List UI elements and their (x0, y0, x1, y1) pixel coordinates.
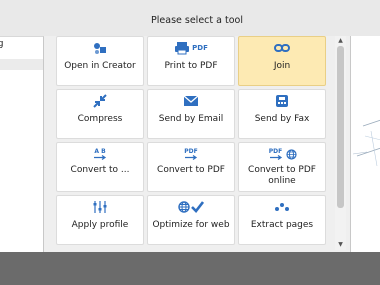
tool-convert-to[interactable]: A B Convert to ... (56, 142, 144, 192)
tool-print-to-pdf[interactable]: PDF Print to PDF (147, 36, 235, 86)
open-in-creator-icon (92, 41, 108, 55)
tool-open-in-creator[interactable]: Open in Creator (56, 36, 144, 86)
preview-sketch-image (352, 119, 380, 167)
scroll-down-arrow-icon[interactable]: ▼ (335, 240, 346, 250)
dialog-title: Please select a tool (151, 15, 243, 26)
tool-compress[interactable]: Compress (56, 89, 144, 139)
tool-optimize-for-web[interactable]: Optimize for web (147, 195, 235, 245)
convert-to-pdf-online-icon: PDF (268, 147, 297, 161)
tool-send-by-fax[interactable]: Send by Fax (238, 89, 326, 139)
tool-apply-profile[interactable]: Apply profile (56, 195, 144, 245)
scroll-up-arrow-icon[interactable]: ▲ (335, 36, 346, 46)
email-icon (183, 94, 199, 108)
convert-to-pdf-icon: PDF (183, 147, 199, 161)
tool-convert-to-pdf[interactable]: PDF Convert to PDF (147, 142, 235, 192)
tool-join[interactable]: Join (238, 36, 326, 86)
bottom-bar (0, 252, 380, 285)
left-list-item-selected[interactable] (0, 59, 43, 70)
join-icon (274, 41, 290, 55)
fax-icon (274, 94, 290, 108)
print-to-pdf-icon: PDF (174, 41, 208, 55)
convert-ab-icon: A B (92, 147, 108, 161)
scrollbar-thumb[interactable] (337, 46, 344, 208)
preview-panel (350, 36, 380, 252)
extract-pages-icon (274, 200, 290, 214)
optimize-web-icon (178, 200, 204, 214)
vertical-scrollbar[interactable]: ▲ ▼ (335, 36, 346, 250)
sliders-icon (92, 200, 108, 214)
left-list-panel[interactable]: ng (0, 36, 44, 252)
tool-grid: Open in Creator PDF Print to PDF Join Co… (44, 36, 350, 252)
tool-extract-pages[interactable]: Extract pages (238, 195, 326, 245)
tool-send-by-email[interactable]: Send by Email (147, 89, 235, 139)
left-list-item[interactable]: ng (0, 39, 43, 53)
tool-convert-to-pdf-online[interactable]: PDF Convert to PDF online (238, 142, 326, 192)
compress-icon (92, 94, 108, 108)
